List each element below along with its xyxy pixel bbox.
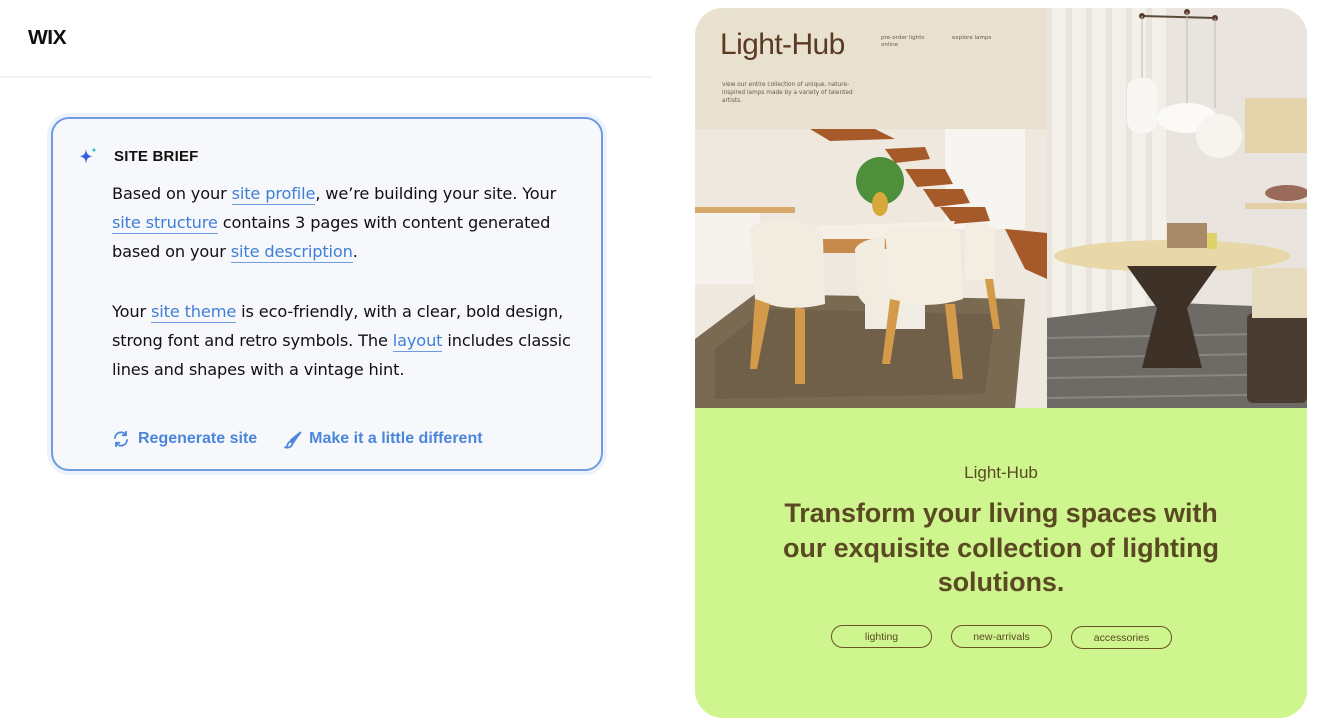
site-brief-actions: Regenerate site Make it a little differe… — [112, 430, 483, 449]
refresh-icon — [112, 430, 130, 448]
text: Your — [112, 302, 151, 321]
section-headline: Transform your living spaces with our ex… — [783, 498, 1219, 597]
editor-pane: WIX SITE BRIEF Based on your site profil… — [0, 0, 655, 727]
regenerate-site-label: Regenerate site — [138, 430, 258, 447]
site-structure-link[interactable]: site structure — [112, 213, 218, 234]
site-theme-link[interactable]: site theme — [150, 302, 236, 323]
brush-icon — [283, 430, 302, 449]
preview-blurb: view our entire collection of unique, na… — [722, 82, 853, 104]
pendant-lamps-photo — [1047, 8, 1307, 408]
preview-header: Light-Hub pre-order lights online explor… — [695, 8, 1047, 129]
text: . — [352, 242, 358, 261]
make-different-label: Make it a little different — [309, 430, 483, 447]
site-profile-link[interactable]: site profile — [231, 184, 315, 205]
preview-nav-preorder: pre-order lights online — [881, 35, 925, 48]
site-brief-header: SITE BRIEF — [78, 146, 199, 166]
site-brief-text: Based on your site profile, we’re buildi… — [112, 179, 582, 384]
tag-list: lighting new-arrivals accessories — [831, 625, 1172, 649]
brief-paragraph: Your site theme is eco-friendly, with a … — [112, 297, 582, 384]
preview-hero-section: Light-Hub Transform your living spaces w… — [695, 408, 1307, 718]
tag-accessories[interactable]: accessories — [1071, 626, 1172, 649]
site-description-link[interactable]: site description — [230, 242, 353, 263]
top-bar: WIX — [0, 0, 652, 78]
section-brand: Light-Hub — [964, 463, 1038, 482]
wix-logo[interactable]: WIX — [28, 27, 67, 50]
preview-logo: Light-Hub — [720, 28, 845, 61]
preview-nav-explore: explore lamps — [952, 35, 992, 41]
site-brief-card: SITE BRIEF Based on your site profile, w… — [51, 117, 603, 471]
layout-link[interactable]: layout — [392, 331, 443, 352]
make-different-button[interactable]: Make it a little different — [283, 430, 483, 449]
site-brief-title: SITE BRIEF — [114, 147, 199, 165]
site-preview[interactable]: Light-Hub pre-order lights online explor… — [695, 8, 1307, 718]
tag-new-arrivals[interactable]: new-arrivals — [951, 625, 1052, 648]
dining-room-photo — [695, 129, 1047, 408]
sparkle-icon — [78, 146, 98, 166]
text: , we’re building your site. Your — [315, 184, 557, 203]
tag-lighting[interactable]: lighting — [831, 625, 932, 648]
brief-paragraph: Based on your site profile, we’re buildi… — [112, 179, 582, 266]
text: Based on your — [112, 184, 232, 203]
regenerate-site-button[interactable]: Regenerate site — [112, 430, 257, 448]
